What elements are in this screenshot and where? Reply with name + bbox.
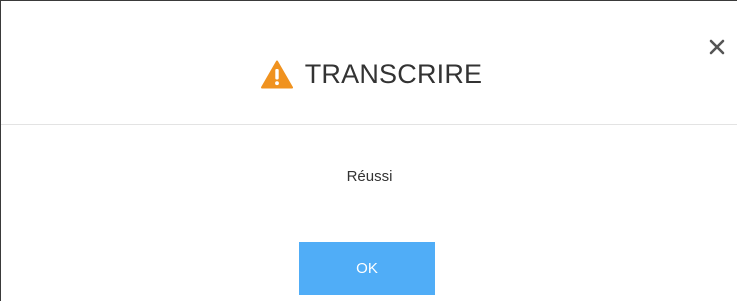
warning-triangle-icon xyxy=(260,60,293,89)
dialog-title-bar: TRANSCRIRE xyxy=(1,54,737,94)
dialog-title: TRANSCRIRE xyxy=(304,58,483,89)
transcribe-dialog: TRANSCRIRE Réussi OK xyxy=(0,0,737,301)
dialog-header: TRANSCRIRE xyxy=(1,1,737,125)
dialog-message: Réussi xyxy=(346,168,393,185)
ok-button[interactable]: OK xyxy=(299,242,435,295)
close-icon[interactable] xyxy=(708,38,726,56)
